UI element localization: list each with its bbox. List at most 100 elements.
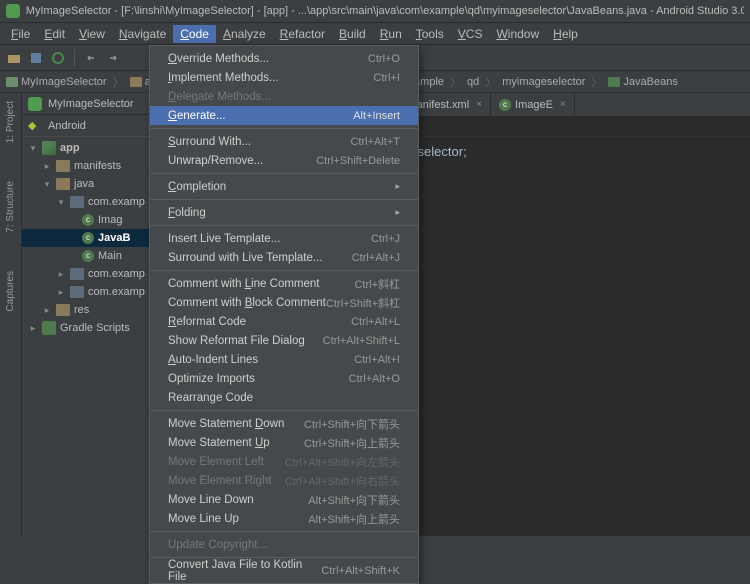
menu-item[interactable]: Reformat CodeCtrl+Alt+L bbox=[150, 312, 418, 331]
folder-icon bbox=[608, 77, 620, 87]
editor-tab[interactable]: cImageE× bbox=[491, 93, 575, 116]
titlebar: MyImageSelector - [F:\linshi\MyImageSele… bbox=[0, 0, 750, 23]
code-menu-dropdown: Override Methods...Ctrl+OImplement Metho… bbox=[149, 45, 419, 584]
expand-icon: ▾ bbox=[42, 179, 52, 189]
gradle-icon bbox=[42, 321, 56, 335]
menu-tools[interactable]: Tools bbox=[409, 25, 451, 43]
expand-icon: ▾ bbox=[28, 143, 38, 153]
package-icon bbox=[70, 268, 84, 280]
android-icon: ◆ bbox=[28, 119, 42, 133]
menu-separator bbox=[150, 225, 418, 226]
chevron-icon: 〉 bbox=[591, 74, 602, 90]
expand-icon: ▾ bbox=[56, 197, 66, 207]
class-icon: c bbox=[82, 250, 94, 262]
class-icon: c bbox=[82, 232, 94, 244]
expand-icon: ▸ bbox=[42, 161, 52, 171]
submenu-arrow-icon: ▸ bbox=[395, 207, 400, 218]
file-icon: c bbox=[499, 99, 511, 111]
menu-item[interactable]: Completion▸ bbox=[150, 177, 418, 196]
menu-item[interactable]: Generate...Alt+Insert bbox=[150, 106, 418, 125]
menu-item[interactable]: Move Statement UpCtrl+Shift+向上箭头 bbox=[150, 433, 418, 452]
breadcrumb-item[interactable]: myimageselector bbox=[502, 76, 585, 88]
menu-navigate[interactable]: Navigate bbox=[112, 25, 173, 43]
menu-item[interactable]: Comment with Line CommentCtrl+斜杠 bbox=[150, 274, 418, 293]
menu-refactor[interactable]: Refactor bbox=[273, 25, 332, 43]
folder-icon bbox=[130, 77, 142, 87]
menu-separator bbox=[150, 531, 418, 532]
menu-item[interactable]: Convert Java File to Kotlin FileCtrl+Alt… bbox=[150, 561, 418, 580]
menu-item[interactable]: Override Methods...Ctrl+O bbox=[150, 49, 418, 68]
menu-item[interactable]: Implement Methods...Ctrl+I bbox=[150, 68, 418, 87]
menu-item[interactable]: Surround With...Ctrl+Alt+T bbox=[150, 132, 418, 151]
module-icon bbox=[42, 141, 56, 155]
menu-item[interactable]: Move Statement DownCtrl+Shift+向下箭头 bbox=[150, 414, 418, 433]
menu-separator bbox=[150, 410, 418, 411]
close-icon[interactable]: × bbox=[560, 99, 566, 110]
menu-item: Delegate Methods... bbox=[150, 87, 418, 106]
chevron-icon: 〉 bbox=[450, 74, 461, 90]
save-icon[interactable] bbox=[28, 50, 44, 66]
menu-vcs[interactable]: VCS bbox=[451, 25, 490, 43]
expand-icon: ▸ bbox=[56, 287, 66, 297]
menu-item[interactable]: Show Reformat File DialogCtrl+Alt+Shift+… bbox=[150, 331, 418, 350]
expand-icon: ▸ bbox=[42, 305, 52, 315]
breadcrumb-item[interactable]: qd bbox=[467, 76, 479, 88]
menu-item[interactable]: Auto-Indent LinesCtrl+Alt+I bbox=[150, 350, 418, 369]
menu-build[interactable]: Build bbox=[332, 25, 373, 43]
folder-icon bbox=[56, 160, 70, 172]
menu-run[interactable]: Run bbox=[373, 25, 409, 43]
menu-item: Move Element LeftCtrl+Alt+Shift+向左箭头 bbox=[150, 452, 418, 471]
submenu-arrow-icon: ▸ bbox=[395, 181, 400, 192]
menu-separator bbox=[150, 128, 418, 129]
chevron-icon: 〉 bbox=[113, 74, 124, 90]
breadcrumb-item[interactable]: MyImageSelector bbox=[6, 76, 107, 88]
package-icon bbox=[70, 286, 84, 298]
menu-analyze[interactable]: Analyze bbox=[216, 25, 273, 43]
menu-help[interactable]: Help bbox=[546, 25, 585, 43]
menu-item[interactable]: Optimize ImportsCtrl+Alt+O bbox=[150, 369, 418, 388]
separator bbox=[74, 49, 75, 67]
menu-separator bbox=[150, 199, 418, 200]
app-logo-icon bbox=[6, 4, 20, 18]
project-logo-icon bbox=[28, 97, 42, 111]
menu-item[interactable]: Folding▸ bbox=[150, 203, 418, 222]
package-icon bbox=[70, 196, 84, 208]
sidebar-tab-structure[interactable]: 7: Structure bbox=[3, 177, 18, 237]
menu-item: Update Copyright... bbox=[150, 535, 418, 554]
menu-view[interactable]: View bbox=[72, 25, 112, 43]
window-title: MyImageSelector - [F:\linshi\MyImageSele… bbox=[26, 5, 744, 17]
menu-item[interactable]: Insert Live Template...Ctrl+J bbox=[150, 229, 418, 248]
redo-icon[interactable] bbox=[105, 50, 121, 66]
folder-icon bbox=[56, 178, 70, 190]
menu-item[interactable]: Comment with Block CommentCtrl+Shift+斜杠 bbox=[150, 293, 418, 312]
folder-icon bbox=[56, 304, 70, 316]
refresh-icon[interactable] bbox=[50, 50, 66, 66]
menu-separator bbox=[150, 270, 418, 271]
left-sidebar: 1: Project 7: Structure Captures bbox=[0, 93, 22, 536]
menu-item[interactable]: Unwrap/Remove...Ctrl+Shift+Delete bbox=[150, 151, 418, 170]
sidebar-tab-captures[interactable]: Captures bbox=[3, 267, 18, 316]
menu-item[interactable]: Rearrange Code bbox=[150, 388, 418, 407]
expand-icon: ▸ bbox=[28, 323, 38, 333]
menu-item[interactable]: Move Line DownAlt+Shift+向下箭头 bbox=[150, 490, 418, 509]
menu-window[interactable]: Window bbox=[489, 25, 546, 43]
android-view-label: Android bbox=[48, 120, 86, 132]
menu-file[interactable]: File bbox=[4, 25, 37, 43]
close-icon[interactable]: × bbox=[476, 99, 482, 110]
chevron-icon: 〉 bbox=[485, 74, 496, 90]
menu-edit[interactable]: Edit bbox=[37, 25, 72, 43]
menubar: FileEditViewNavigateCodeAnalyzeRefactorB… bbox=[0, 23, 750, 45]
undo-icon[interactable] bbox=[83, 50, 99, 66]
project-title: MyImageSelector bbox=[48, 98, 134, 110]
expand-icon: ▸ bbox=[56, 269, 66, 279]
breadcrumb-item[interactable]: JavaBeans bbox=[608, 76, 677, 88]
menu-code[interactable]: Code bbox=[173, 25, 216, 43]
class-icon: c bbox=[82, 214, 94, 226]
sidebar-tab-project[interactable]: 1: Project bbox=[3, 97, 18, 147]
menu-separator bbox=[150, 173, 418, 174]
folder-icon bbox=[6, 77, 18, 87]
menu-item: Move Element RightCtrl+Alt+Shift+向右箭头 bbox=[150, 471, 418, 490]
open-icon[interactable] bbox=[6, 50, 22, 66]
menu-item[interactable]: Surround with Live Template...Ctrl+Alt+J bbox=[150, 248, 418, 267]
menu-item[interactable]: Move Line UpAlt+Shift+向上箭头 bbox=[150, 509, 418, 528]
